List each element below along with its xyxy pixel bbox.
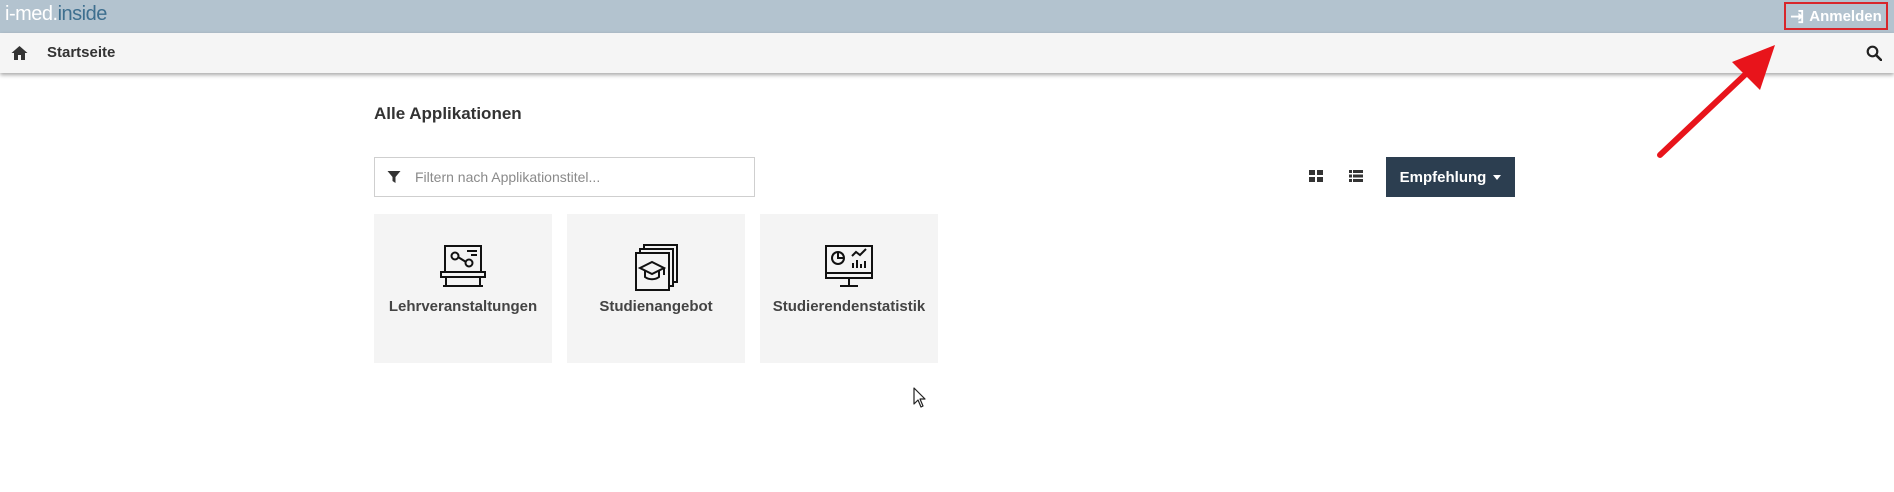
tile-label: Lehrveranstaltungen xyxy=(388,298,538,315)
home-icon[interactable] xyxy=(11,45,28,61)
tile-label: Studierendenstatistik xyxy=(772,298,926,315)
filter-input[interactable] xyxy=(415,158,745,196)
app-tile-lehrveranstaltungen[interactable]: Lehrveranstaltungen xyxy=(374,214,552,363)
statistics-monitor-icon xyxy=(825,245,873,287)
filter-field[interactable] xyxy=(374,157,755,197)
annotation-arrow-icon xyxy=(1657,45,1775,158)
logo[interactable]: i-med.inside xyxy=(5,3,107,26)
logo-part-2: inside xyxy=(57,3,108,25)
login-button[interactable]: Anmelden xyxy=(1784,2,1888,30)
search-icon[interactable] xyxy=(1866,45,1882,61)
logo-part-1: i-med. xyxy=(5,3,58,25)
sort-label: Empfehlung xyxy=(1399,168,1487,186)
app-tile-studierendenstatistik[interactable]: Studierendenstatistik xyxy=(760,214,938,363)
filter-icon xyxy=(387,171,401,183)
tile-label: Studienangebot xyxy=(599,298,713,315)
graduation-cap-icon xyxy=(635,244,678,291)
sort-dropdown-button[interactable]: Empfehlung xyxy=(1386,157,1515,197)
login-label: Anmelden xyxy=(1809,7,1882,25)
list-view-icon[interactable] xyxy=(1348,168,1364,184)
grid-view-icon[interactable] xyxy=(1308,168,1324,184)
nav-bar: Startseite xyxy=(0,33,1894,73)
caret-down-icon xyxy=(1493,174,1502,180)
classroom-icon xyxy=(440,245,486,287)
breadcrumb-start[interactable]: Startseite xyxy=(47,44,115,61)
mouse-cursor-icon xyxy=(913,387,926,408)
sign-in-icon xyxy=(1791,9,1804,23)
top-bar: i-med.inside Anmelden xyxy=(0,0,1894,33)
app-tile-studienangebot[interactable]: Studienangebot xyxy=(567,214,745,363)
page-title: Alle Applikationen xyxy=(374,104,522,123)
